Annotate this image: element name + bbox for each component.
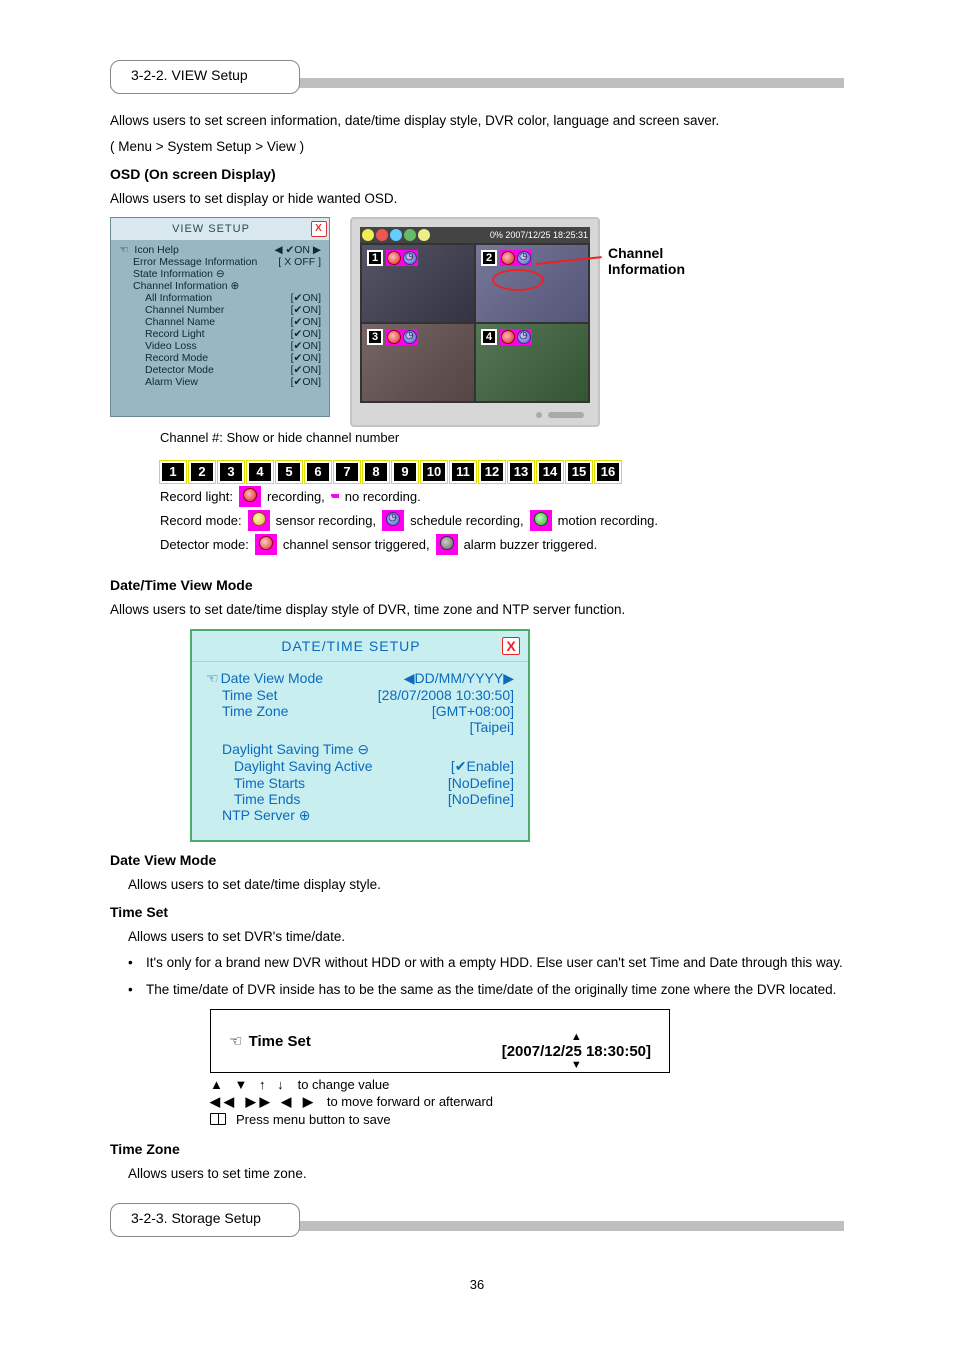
callout-text-2: Information: [608, 261, 685, 277]
menu-book-icon: [210, 1113, 226, 1125]
preview-monitor: 0% 2007/12/25 18:25:31 1 2 3: [350, 217, 600, 427]
status-text: 0% 2007/12/25 18:25:31: [490, 230, 588, 240]
close-icon[interactable]: X: [502, 637, 520, 655]
record-icon: [387, 330, 401, 344]
date-time-dialog: DATE/TIME SETUP X ☞Date View Mode◀DD/MM/…: [190, 629, 530, 842]
sensor-record-icon: [252, 512, 266, 526]
pointer-icon: ☞: [229, 1032, 242, 1050]
callout-text-1: Channel: [608, 245, 685, 261]
status-bar: 0% 2007/12/25 18:25:31: [360, 227, 590, 243]
camera-tile-1: 1: [362, 245, 474, 322]
time-zone-desc: Allows users to set time zone.: [128, 1165, 844, 1183]
view-setup-path: ( Menu > System Setup > View ): [110, 138, 844, 156]
schedule-record-icon: [386, 512, 400, 526]
record-on-icon: [243, 488, 257, 502]
legend-record-mode: Record mode:: [160, 513, 242, 528]
page-number: 36: [110, 1277, 844, 1292]
dvm-heading: Date View Mode: [110, 852, 844, 868]
schedule-icon: [403, 330, 417, 344]
section-title: 3-2-3. Storage Setup: [131, 1210, 261, 1226]
up-down-keys-icon: ▲ ▼ ↑ ↓: [210, 1077, 288, 1092]
down-triangle-icon: ▼: [502, 1060, 651, 1071]
keys-desc-1: to change value: [298, 1077, 390, 1092]
legend-record-light: Record light:: [160, 489, 233, 504]
dialog-title: VIEW SETUP: [111, 223, 311, 235]
dvm-desc: Allows users to set date/time display st…: [128, 876, 844, 894]
schedule-icon: [517, 330, 531, 344]
date-time-desc: Allows users to set date/time display st…: [110, 601, 844, 619]
time-zone-heading: Time Zone: [110, 1141, 844, 1157]
time-set-heading: Time Set: [110, 904, 844, 920]
status-icon: [390, 229, 402, 241]
buzzer-trigger-icon: [440, 536, 454, 550]
motion-record-icon: [534, 512, 548, 526]
view-setup-dialog: VIEW SETUP X ☞Icon Help◀ ✔ON ▶ Error Mes…: [110, 217, 330, 417]
sensor-trigger-icon: [259, 536, 273, 550]
dialog-title: DATE/TIME SETUP: [200, 638, 502, 654]
callout-circle: [492, 269, 544, 291]
section-header-storage-setup: 3-2-3. Storage Setup: [110, 1203, 844, 1247]
camera-tile-4: 4: [476, 324, 588, 401]
record-icon: [501, 251, 515, 265]
channel-number-strip: 1 2 3 4 5 6 7 8 9 10 11 12 13 14 15 16: [160, 461, 621, 483]
up-triangle-icon: ▲: [502, 1032, 651, 1043]
close-icon[interactable]: X: [311, 221, 327, 237]
status-icon: [404, 229, 416, 241]
pointer-icon: ☞: [119, 244, 128, 256]
time-set-value: [2007/12/25 18:30:50]: [502, 1043, 651, 1060]
keys-desc-3: Press menu button to save: [236, 1112, 391, 1127]
legend-detector-mode: Detector mode:: [160, 537, 249, 552]
camera-tile-3: 3: [362, 324, 474, 401]
left-right-keys-icon: ◀◀ ▶▶ ◀ ▶: [210, 1094, 317, 1110]
record-icon: [501, 330, 515, 344]
osd-desc: Allows users to set display or hide want…: [110, 190, 844, 208]
date-time-heading: Date/Time View Mode: [110, 577, 844, 593]
time-set-bullet-1: It's only for a brand new DVR without HD…: [146, 954, 843, 972]
time-set-diagram: ☞ Time Set ▲ [2007/12/25 18:30:50] ▼: [210, 1009, 670, 1073]
view-setup-desc: Allows users to set screen information, …: [110, 112, 844, 130]
osd-heading: OSD (On screen Display): [110, 166, 844, 182]
section-title: 3-2-2. VIEW Setup: [131, 67, 248, 83]
time-set-label: Time Set: [249, 1033, 311, 1050]
status-icon: [418, 229, 430, 241]
time-set-bullet-2: The time/date of DVR inside has to be th…: [146, 981, 836, 999]
time-set-desc: Allows users to set DVR's time/date.: [128, 928, 844, 946]
pointer-icon: ☞: [206, 670, 219, 687]
schedule-icon: [517, 251, 531, 265]
record-icon: [387, 251, 401, 265]
status-icon: [376, 229, 388, 241]
schedule-icon: [403, 251, 417, 265]
keys-desc-2: to move forward or afterward: [327, 1094, 493, 1109]
section-header-view-setup: 3-2-2. VIEW Setup: [110, 60, 844, 104]
status-icon: [362, 229, 374, 241]
legend-channel-number: Channel #: Show or hide channel number: [160, 430, 399, 445]
